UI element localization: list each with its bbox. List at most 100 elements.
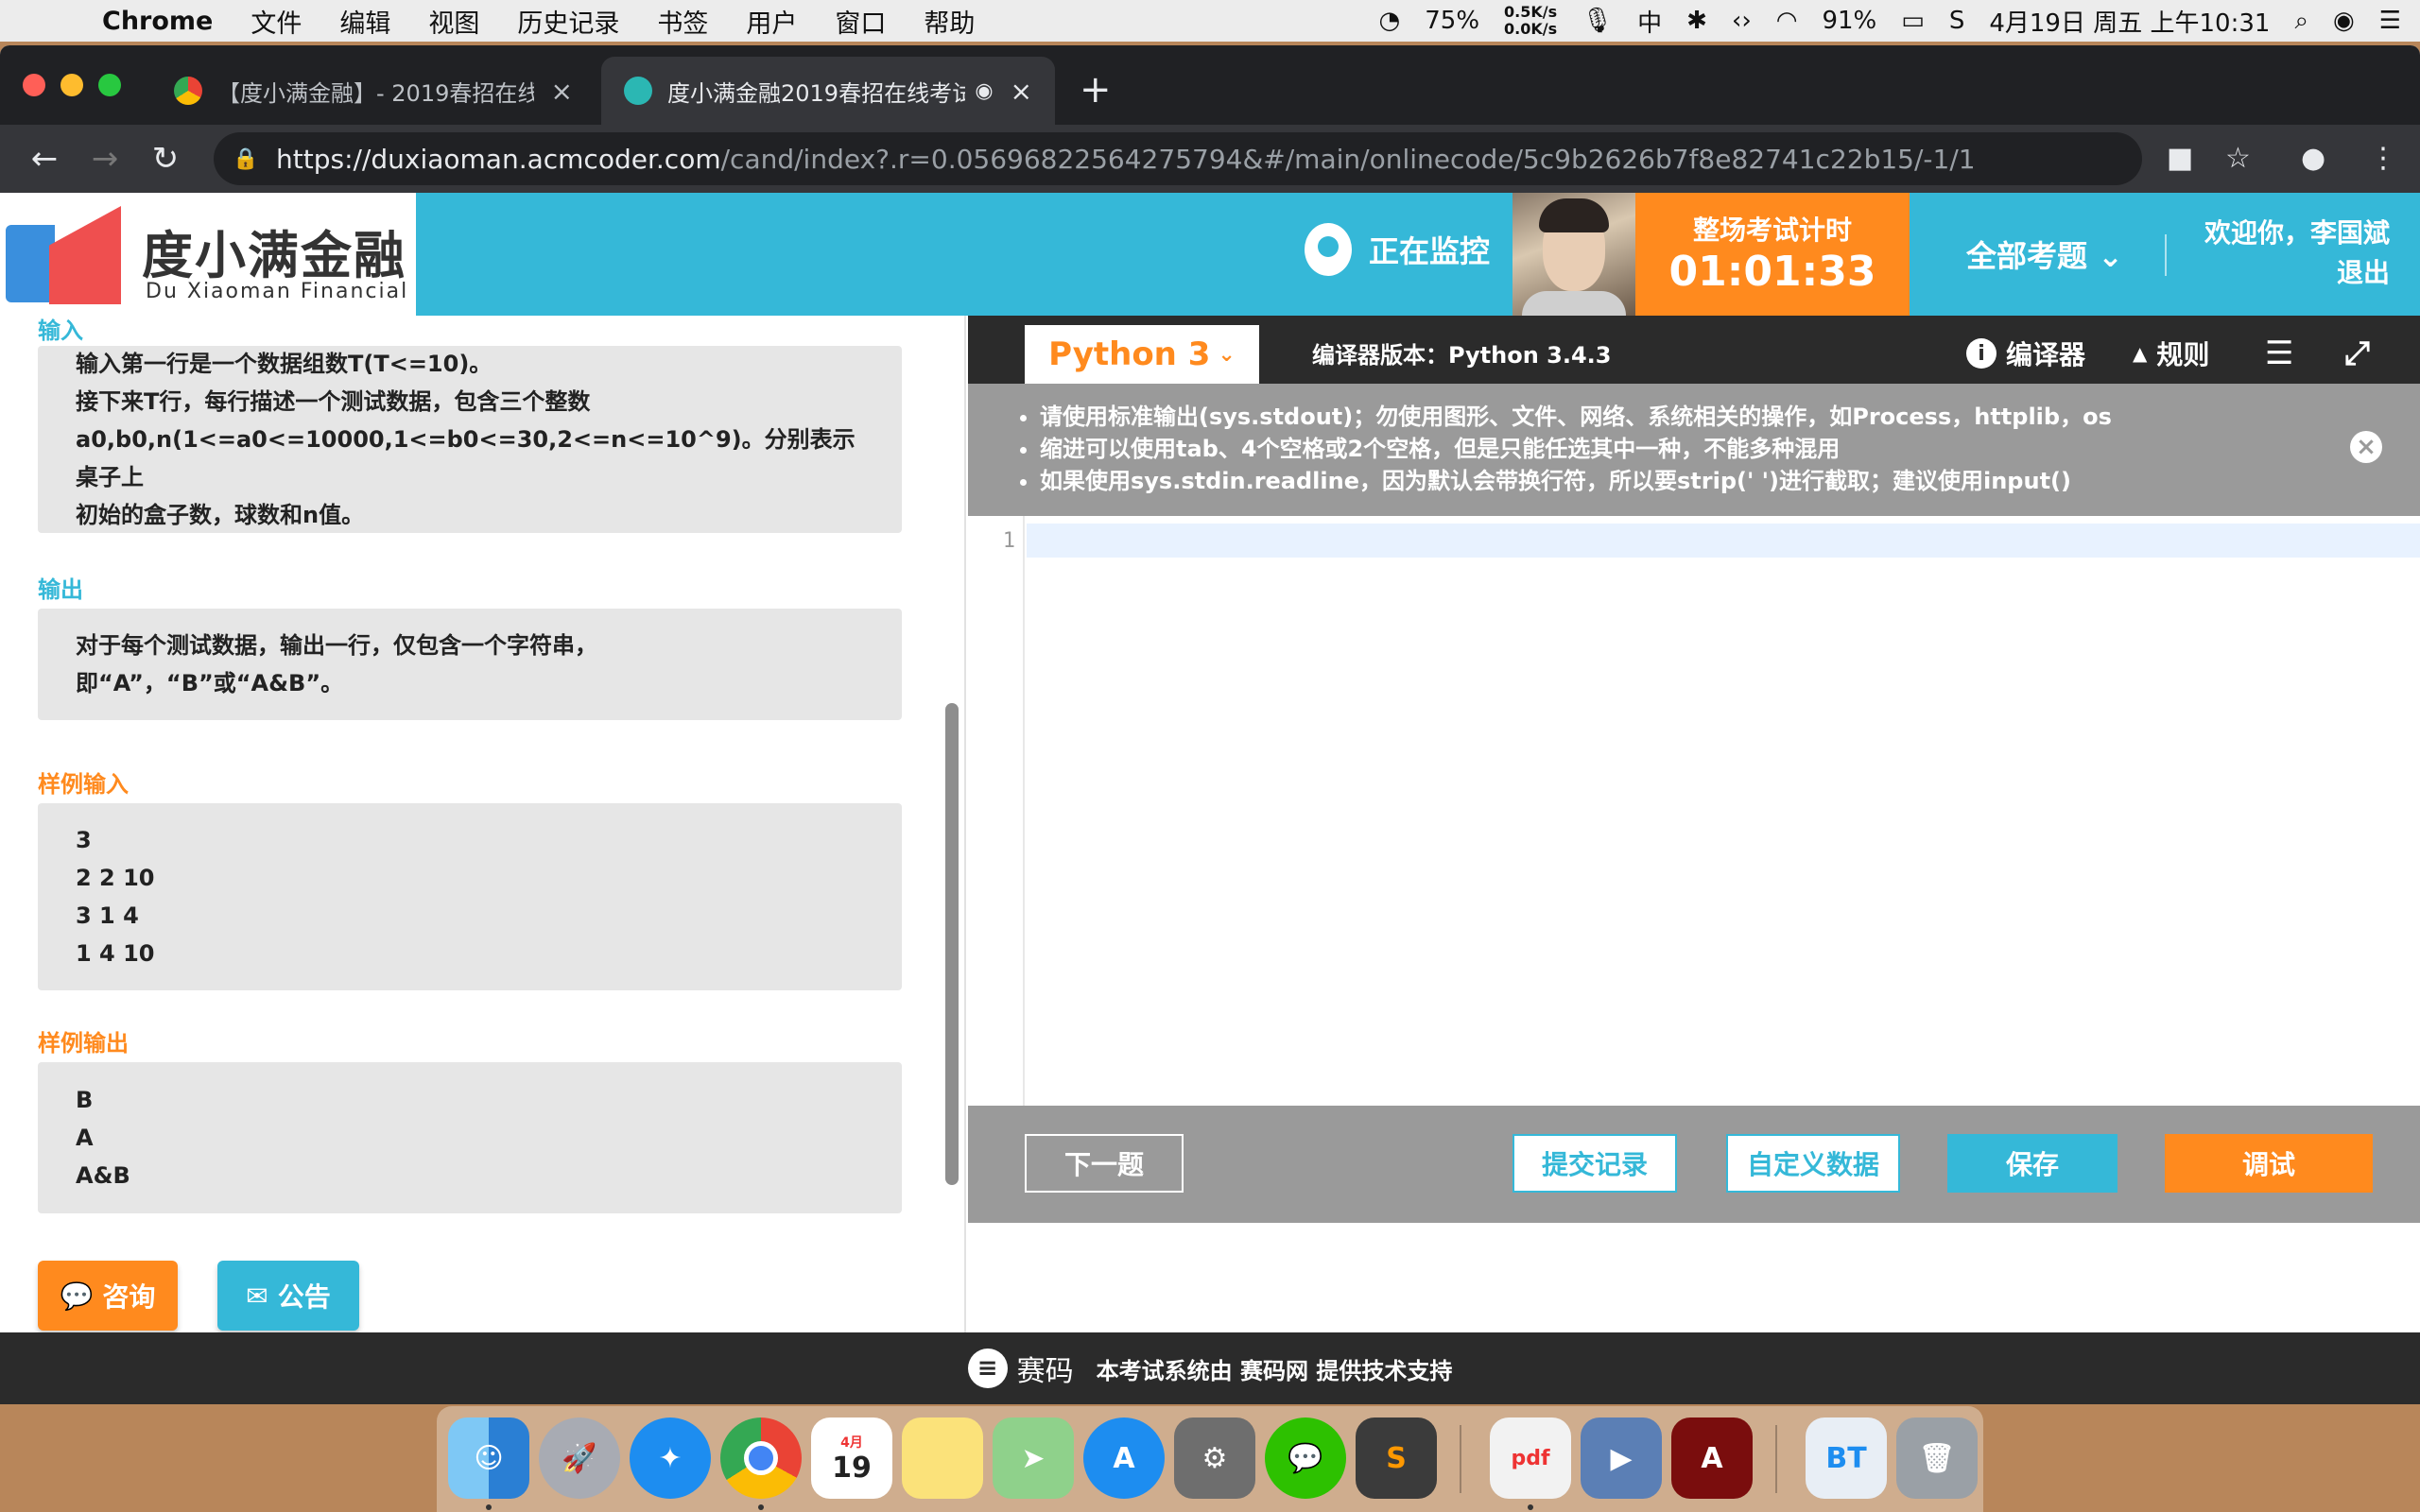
menu-file[interactable]: 文件 — [251, 3, 302, 40]
zoom-window-button[interactable] — [98, 74, 121, 96]
input-section-title: 输入 — [38, 318, 83, 344]
pdf-preview-icon[interactable]: pdf — [1490, 1418, 1571, 1499]
fullscreen-icon[interactable]: ⤢ — [2344, 335, 2370, 372]
url-path: /cand/index?.r=0.05696822564275794&#/mai… — [720, 143, 1976, 175]
notice-button[interactable]: ✉ 公告 — [217, 1261, 359, 1331]
tab-duxiaoman-exam-2[interactable]: 度小满金融2019春招在线考试 ◉ × — [601, 57, 1055, 125]
logo-text-cn: 度小满金融 — [142, 226, 406, 285]
input-line: 接下来T行，每行描述一个测试数据，包含三个整数 — [76, 388, 591, 415]
profile-avatar-icon[interactable]: ● — [2301, 142, 2325, 175]
save-button[interactable]: 保存 — [1947, 1134, 2118, 1193]
logo-mark-icon — [6, 225, 55, 302]
downloads-folder-icon[interactable]: BT — [1806, 1418, 1887, 1499]
acrobat-reader-icon[interactable]: A — [1671, 1418, 1753, 1499]
logout-link[interactable]: 退出 — [2204, 253, 2390, 293]
info-icon: i — [1966, 338, 1996, 369]
close-window-button[interactable] — [23, 74, 45, 96]
reload-icon[interactable]: ↻ — [149, 140, 182, 178]
editor-footer: 下一题 提交记录 自定义数据 保存 调试 — [968, 1106, 2420, 1223]
notice-item: 如果使用sys.stdin.readline，因为默认会带换行符，所以要stri… — [1040, 465, 2420, 497]
current-line-highlight[interactable] — [1027, 524, 2420, 558]
network-speed: 0.5K/s 0.0K/s — [1504, 4, 1557, 38]
debug-button[interactable]: 调试 — [2165, 1134, 2373, 1193]
app-menu[interactable]: Chrome — [102, 7, 213, 36]
maps-icon[interactable]: ➤ — [993, 1418, 1074, 1499]
spotlight-search-icon[interactable]: ⌕ — [2294, 7, 2308, 36]
safari-icon[interactable]: ✦ — [630, 1418, 711, 1499]
submit-record-button[interactable]: 提交记录 — [1512, 1134, 1677, 1193]
bluetooth-icon[interactable]: ✱ — [1686, 7, 1707, 35]
battery-percent[interactable]: 91% — [1822, 7, 1876, 35]
sample-output-title: 样例输出 — [38, 1030, 129, 1057]
sublime-text-icon[interactable]: S — [1356, 1418, 1437, 1499]
menu-history[interactable]: 历史记录 — [517, 3, 619, 40]
minimize-window-button[interactable] — [60, 74, 83, 96]
exam-page: 度小满金融 Du Xiaoman Financial 正在监控 整场考试计时 0… — [0, 193, 2420, 1404]
close-tab-icon[interactable]: × — [551, 76, 573, 107]
menu-people[interactable]: 用户 — [746, 3, 797, 40]
sample-input-line: 1 4 10 — [76, 940, 155, 967]
duxiaoman-logo: 度小满金融 Du Xiaoman Financial — [0, 193, 416, 316]
calendar-icon[interactable]: 4月 19 — [811, 1418, 892, 1499]
siri-icon[interactable]: ◉ — [2333, 7, 2355, 35]
problem-pane[interactable]: 输入 输入第一行是一个数据组数T(T<=10)。 接下来T行，每行描述一个测试数… — [0, 316, 966, 1332]
saima-logo-icon: ≡ — [967, 1349, 1008, 1388]
notice-label: 公告 — [277, 1281, 331, 1313]
datetime[interactable]: 4月19日 周五 上午10:31 — [1989, 4, 2270, 39]
custom-data-button[interactable]: 自定义数据 — [1726, 1134, 1900, 1193]
all-questions-dropdown[interactable]: 全部考题 ⌄ — [1966, 232, 2123, 276]
chrome-icon[interactable] — [720, 1418, 802, 1499]
language-select[interactable]: Python 3 ⌄ — [1025, 325, 1259, 384]
tab-duxiaoman-exam-1[interactable]: 【度小满金融】- 2019春招在线考试 × — [151, 57, 596, 125]
launchpad-icon[interactable]: 🚀 — [539, 1418, 620, 1499]
new-tab-button[interactable]: + — [1080, 68, 1112, 112]
microphone-icon[interactable]: 🎙 — [1582, 7, 1613, 35]
input-method[interactable]: 中 — [1637, 4, 1662, 39]
problem-pane-scrollbar[interactable] — [945, 703, 959, 1185]
wifi-icon[interactable]: ◠ — [1776, 7, 1798, 35]
input-line: 初始的盒子数，球数和n值。 — [76, 502, 365, 528]
code-editor[interactable]: 1 — [968, 516, 2420, 1106]
chevron-down-icon: ⌄ — [2098, 238, 2123, 274]
camera-icon[interactable]: ■ — [2167, 142, 2193, 175]
bookmark-star-icon[interactable]: ☆ — [2225, 142, 2251, 175]
quicktime-icon[interactable]: ▶ — [1581, 1418, 1662, 1499]
notification-center-icon[interactable]: ☰ — [2379, 7, 2401, 35]
menu-view[interactable]: 视图 — [428, 3, 479, 40]
header-divider — [2165, 234, 2167, 276]
code-icon[interactable]: ‹› — [1732, 7, 1752, 35]
chat-bubble-icon: 💬 — [60, 1280, 94, 1312]
address-bar[interactable]: 🔒 https://duxiaoman.acmcoder.com /cand/i… — [214, 132, 2142, 185]
timer-value: 01:01:33 — [1668, 248, 1876, 296]
consult-button[interactable]: 💬 咨询 — [38, 1261, 178, 1331]
app-store-icon[interactable]: A — [1083, 1418, 1165, 1499]
close-tab-icon[interactable]: × — [1011, 76, 1032, 107]
output-description-box: 对于每个测试数据，输出一行，仅包含一个字符串， 即“A”，“B”或“A&B”。 — [38, 609, 902, 720]
next-question-button[interactable]: 下一题 — [1025, 1134, 1184, 1193]
menu-bookmarks[interactable]: 书签 — [657, 3, 708, 40]
tab-title: 度小满金融2019春招在线考试 — [667, 79, 966, 107]
close-notice-icon[interactable]: × — [2350, 431, 2382, 463]
rules-button[interactable]: ▲ 规则 — [2133, 335, 2209, 372]
battery-icon[interactable]: ▭ — [1901, 7, 1925, 35]
progress-icon[interactable]: ◔ — [1379, 7, 1401, 35]
notice-item: 请使用标准输出(sys.stdout)；勿使用图形、文件、网络、系统相关的操作，… — [1040, 401, 2420, 433]
battery-status-text[interactable]: 75% — [1425, 7, 1479, 35]
format-indent-icon[interactable]: ☰ — [2265, 335, 2293, 372]
chrome-menu-icon[interactable]: ⋮ — [2369, 142, 2397, 175]
system-preferences-icon[interactable]: ⚙ — [1174, 1418, 1255, 1499]
sogou-icon[interactable]: S — [1949, 7, 1965, 35]
menu-edit[interactable]: 编辑 — [339, 3, 390, 40]
wechat-icon[interactable]: 💬 — [1265, 1418, 1346, 1499]
menu-help[interactable]: 帮助 — [924, 3, 975, 40]
menu-window[interactable]: 窗口 — [835, 3, 886, 40]
notes-icon[interactable] — [902, 1418, 983, 1499]
lock-icon[interactable]: 🔒 — [233, 147, 261, 171]
forward-icon[interactable]: → — [89, 140, 121, 178]
trash-icon[interactable]: 🗑 — [1896, 1418, 1978, 1499]
compiler-info-button[interactable]: i 编译器 — [1966, 335, 2085, 372]
sample-input-line: 3 — [76, 827, 92, 853]
back-icon[interactable]: ← — [28, 140, 60, 178]
finder-icon[interactable]: ☺ — [448, 1418, 529, 1499]
exam-header: 度小满金融 Du Xiaoman Financial 正在监控 整场考试计时 0… — [0, 193, 2420, 316]
